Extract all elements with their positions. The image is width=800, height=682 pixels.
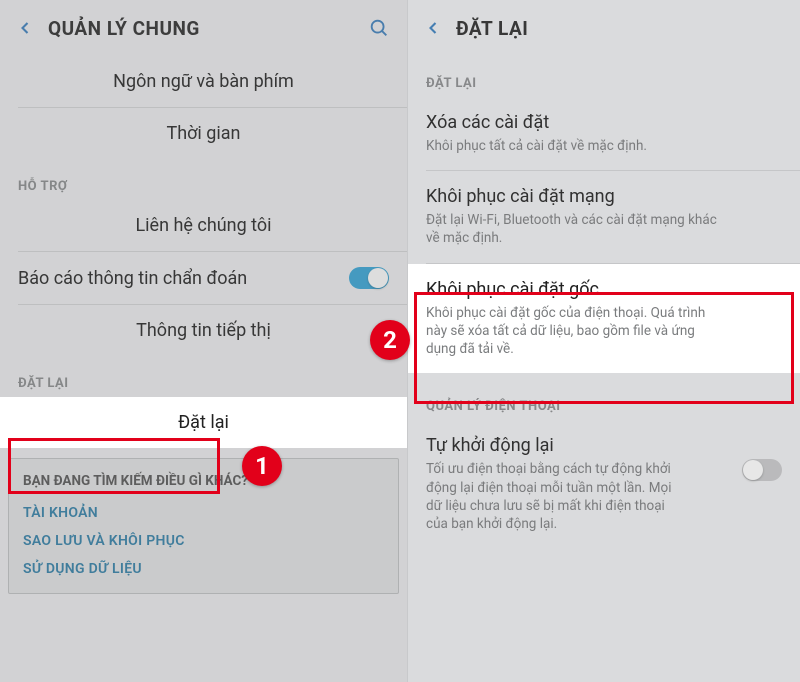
row-factory-reset[interactable]: Khôi phục cài đặt gốc Khôi phục cài đặt … (408, 264, 800, 374)
row-marketing-info[interactable]: Thông tin tiếp thị (0, 305, 407, 356)
general-management-screen: QUẢN LÝ CHUNG Ngôn ngữ và bàn phím Thời … (0, 0, 408, 682)
row-label: Đặt lại (178, 412, 229, 433)
section-header-reset: ĐẶT LẠI (408, 56, 800, 97)
section-header-phone-management: QUẢN LÝ ĐIỆN THOẠI (408, 373, 800, 420)
row-contact-us[interactable]: Liên hệ chúng tôi (0, 200, 407, 251)
search-icon (368, 17, 390, 39)
row-label: Báo cáo thông tin chẩn đoán (18, 268, 247, 289)
text-column: Tự khởi động lại Tối ưu điện thoại bằng … (426, 435, 742, 533)
row-sub: Khôi phục tất cả cài đặt về mặc định. (426, 137, 726, 155)
step-badge-1: 1 (242, 446, 282, 486)
row-diagnostic-report[interactable]: Báo cáo thông tin chẩn đoán (0, 252, 407, 304)
row-label: Khôi phục cài đặt mạng (426, 186, 782, 207)
card-link-accounts[interactable]: TÀI KHOẢN (23, 499, 384, 527)
row-label: Liên hệ chúng tôi (135, 215, 271, 236)
header-title: QUẢN LÝ CHUNG (48, 17, 353, 40)
toggle-knob (368, 268, 388, 288)
looking-for-card: BẠN ĐANG TÌM KIẾM ĐIỀU GÌ KHÁC? TÀI KHOẢ… (8, 458, 399, 594)
toggle-diagnostic[interactable] (349, 267, 389, 289)
row-label: Thông tin tiếp thị (136, 320, 271, 341)
row-sub: Đặt lại Wi-Fi, Bluetooth và các cài đặt … (426, 211, 726, 247)
chevron-left-icon (15, 18, 35, 38)
section-header-reset: ĐẶT LẠI (0, 356, 407, 397)
row-label: Ngôn ngữ và bàn phím (113, 71, 294, 92)
card-header: BẠN ĐANG TÌM KIẾM ĐIỀU GÌ KHÁC? (23, 473, 384, 489)
row-auto-restart[interactable]: Tự khởi động lại Tối ưu điện thoại bằng … (408, 420, 800, 548)
row-label: Xóa các cài đặt (426, 112, 782, 133)
card-link-data-usage[interactable]: SỬ DỤNG DỮ LIỆU (23, 555, 384, 583)
row-label: Thời gian (166, 123, 240, 144)
back-button[interactable] (8, 11, 42, 45)
row-reset[interactable]: Đặt lại (0, 397, 407, 448)
row-language-keyboard[interactable]: Ngôn ngữ và bàn phím (0, 56, 407, 107)
chevron-left-icon (423, 18, 443, 38)
toggle-auto-restart[interactable] (742, 459, 782, 481)
header-bar: ĐẶT LẠI (408, 0, 800, 56)
settings-list: Ngôn ngữ và bàn phím Thời gian HỖ TRỢ Li… (0, 56, 407, 594)
card-link-backup-restore[interactable]: SAO LƯU VÀ KHÔI PHỤC (23, 527, 384, 555)
reset-screen: ĐẶT LẠI ĐẶT LẠI Xóa các cài đặt Khôi phụ… (408, 0, 800, 682)
back-button[interactable] (416, 11, 450, 45)
row-reset-network[interactable]: Khôi phục cài đặt mạng Đặt lại Wi-Fi, Bl… (408, 171, 800, 262)
search-button[interactable] (359, 8, 399, 48)
header-bar: QUẢN LÝ CHUNG (0, 0, 407, 56)
header-title: ĐẶT LẠI (456, 17, 792, 40)
row-label: Khôi phục cài đặt gốc (426, 279, 782, 300)
row-sub: Tối ưu điện thoại bằng cách tự động khởi… (426, 460, 686, 533)
row-sub: Khôi phục cài đặt gốc của điện thoại. Qu… (426, 304, 726, 359)
section-header-support: HỖ TRỢ (0, 159, 407, 200)
step-badge-2: 2 (370, 320, 410, 360)
row-label: Tự khởi động lại (426, 435, 554, 456)
row-time[interactable]: Thời gian (0, 108, 407, 159)
toggle-knob (743, 460, 763, 480)
row-reset-settings[interactable]: Xóa các cài đặt Khôi phục tất cả cài đặt… (408, 97, 800, 170)
